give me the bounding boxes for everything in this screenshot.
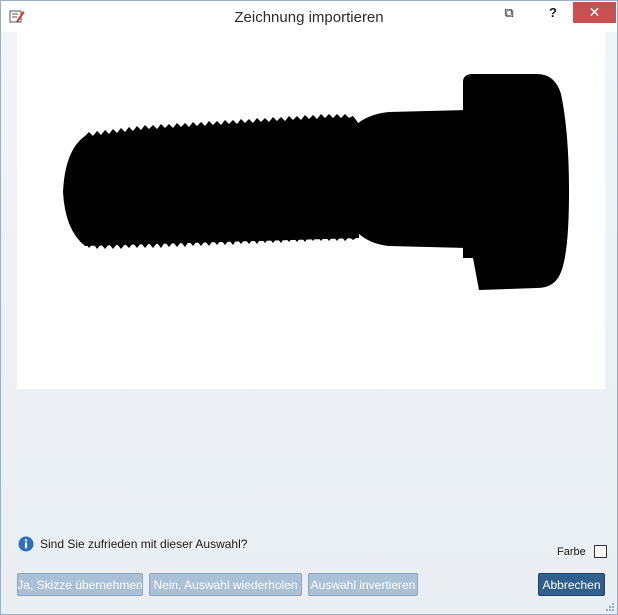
farbe-label: Farbe [557, 545, 586, 558]
info-icon [18, 536, 34, 552]
title-bar[interactable]: Zeichnung importieren ⧉ ? ✕ [1, 1, 617, 32]
accept-sketch-button[interactable]: Ja, Skizze übernehmen [17, 573, 143, 596]
restore-icon: ⧉ [504, 4, 514, 20]
confirmation-question: Sind Sie zufrieden mit dieser Auswahl? [40, 537, 248, 551]
farbe-option[interactable]: Farbe [557, 545, 607, 558]
close-button[interactable]: ✕ [573, 2, 616, 23]
drawing-preview [17, 32, 605, 389]
restore-button[interactable]: ⧉ [495, 2, 523, 23]
invert-selection-button[interactable]: Auswahl invertieren [308, 573, 418, 596]
retry-selection-button[interactable]: Nein, Auswahl wiederholen [149, 573, 302, 596]
close-icon: ✕ [588, 4, 601, 20]
farbe-checkbox[interactable] [593, 545, 607, 558]
bolt-silhouette-image [63, 74, 569, 290]
help-icon: ? [549, 5, 557, 20]
import-drawing-dialog: Zeichnung importieren ⧉ ? ✕ Sind Sie zuf… [0, 0, 618, 615]
cancel-button[interactable]: Abbrechen [538, 573, 605, 596]
confirmation-prompt: Sind Sie zufrieden mit dieser Auswahl? [18, 536, 247, 552]
help-button[interactable]: ? [539, 2, 567, 23]
resize-grip-icon[interactable] [606, 603, 614, 611]
window-title: Zeichnung importieren [234, 9, 384, 26]
